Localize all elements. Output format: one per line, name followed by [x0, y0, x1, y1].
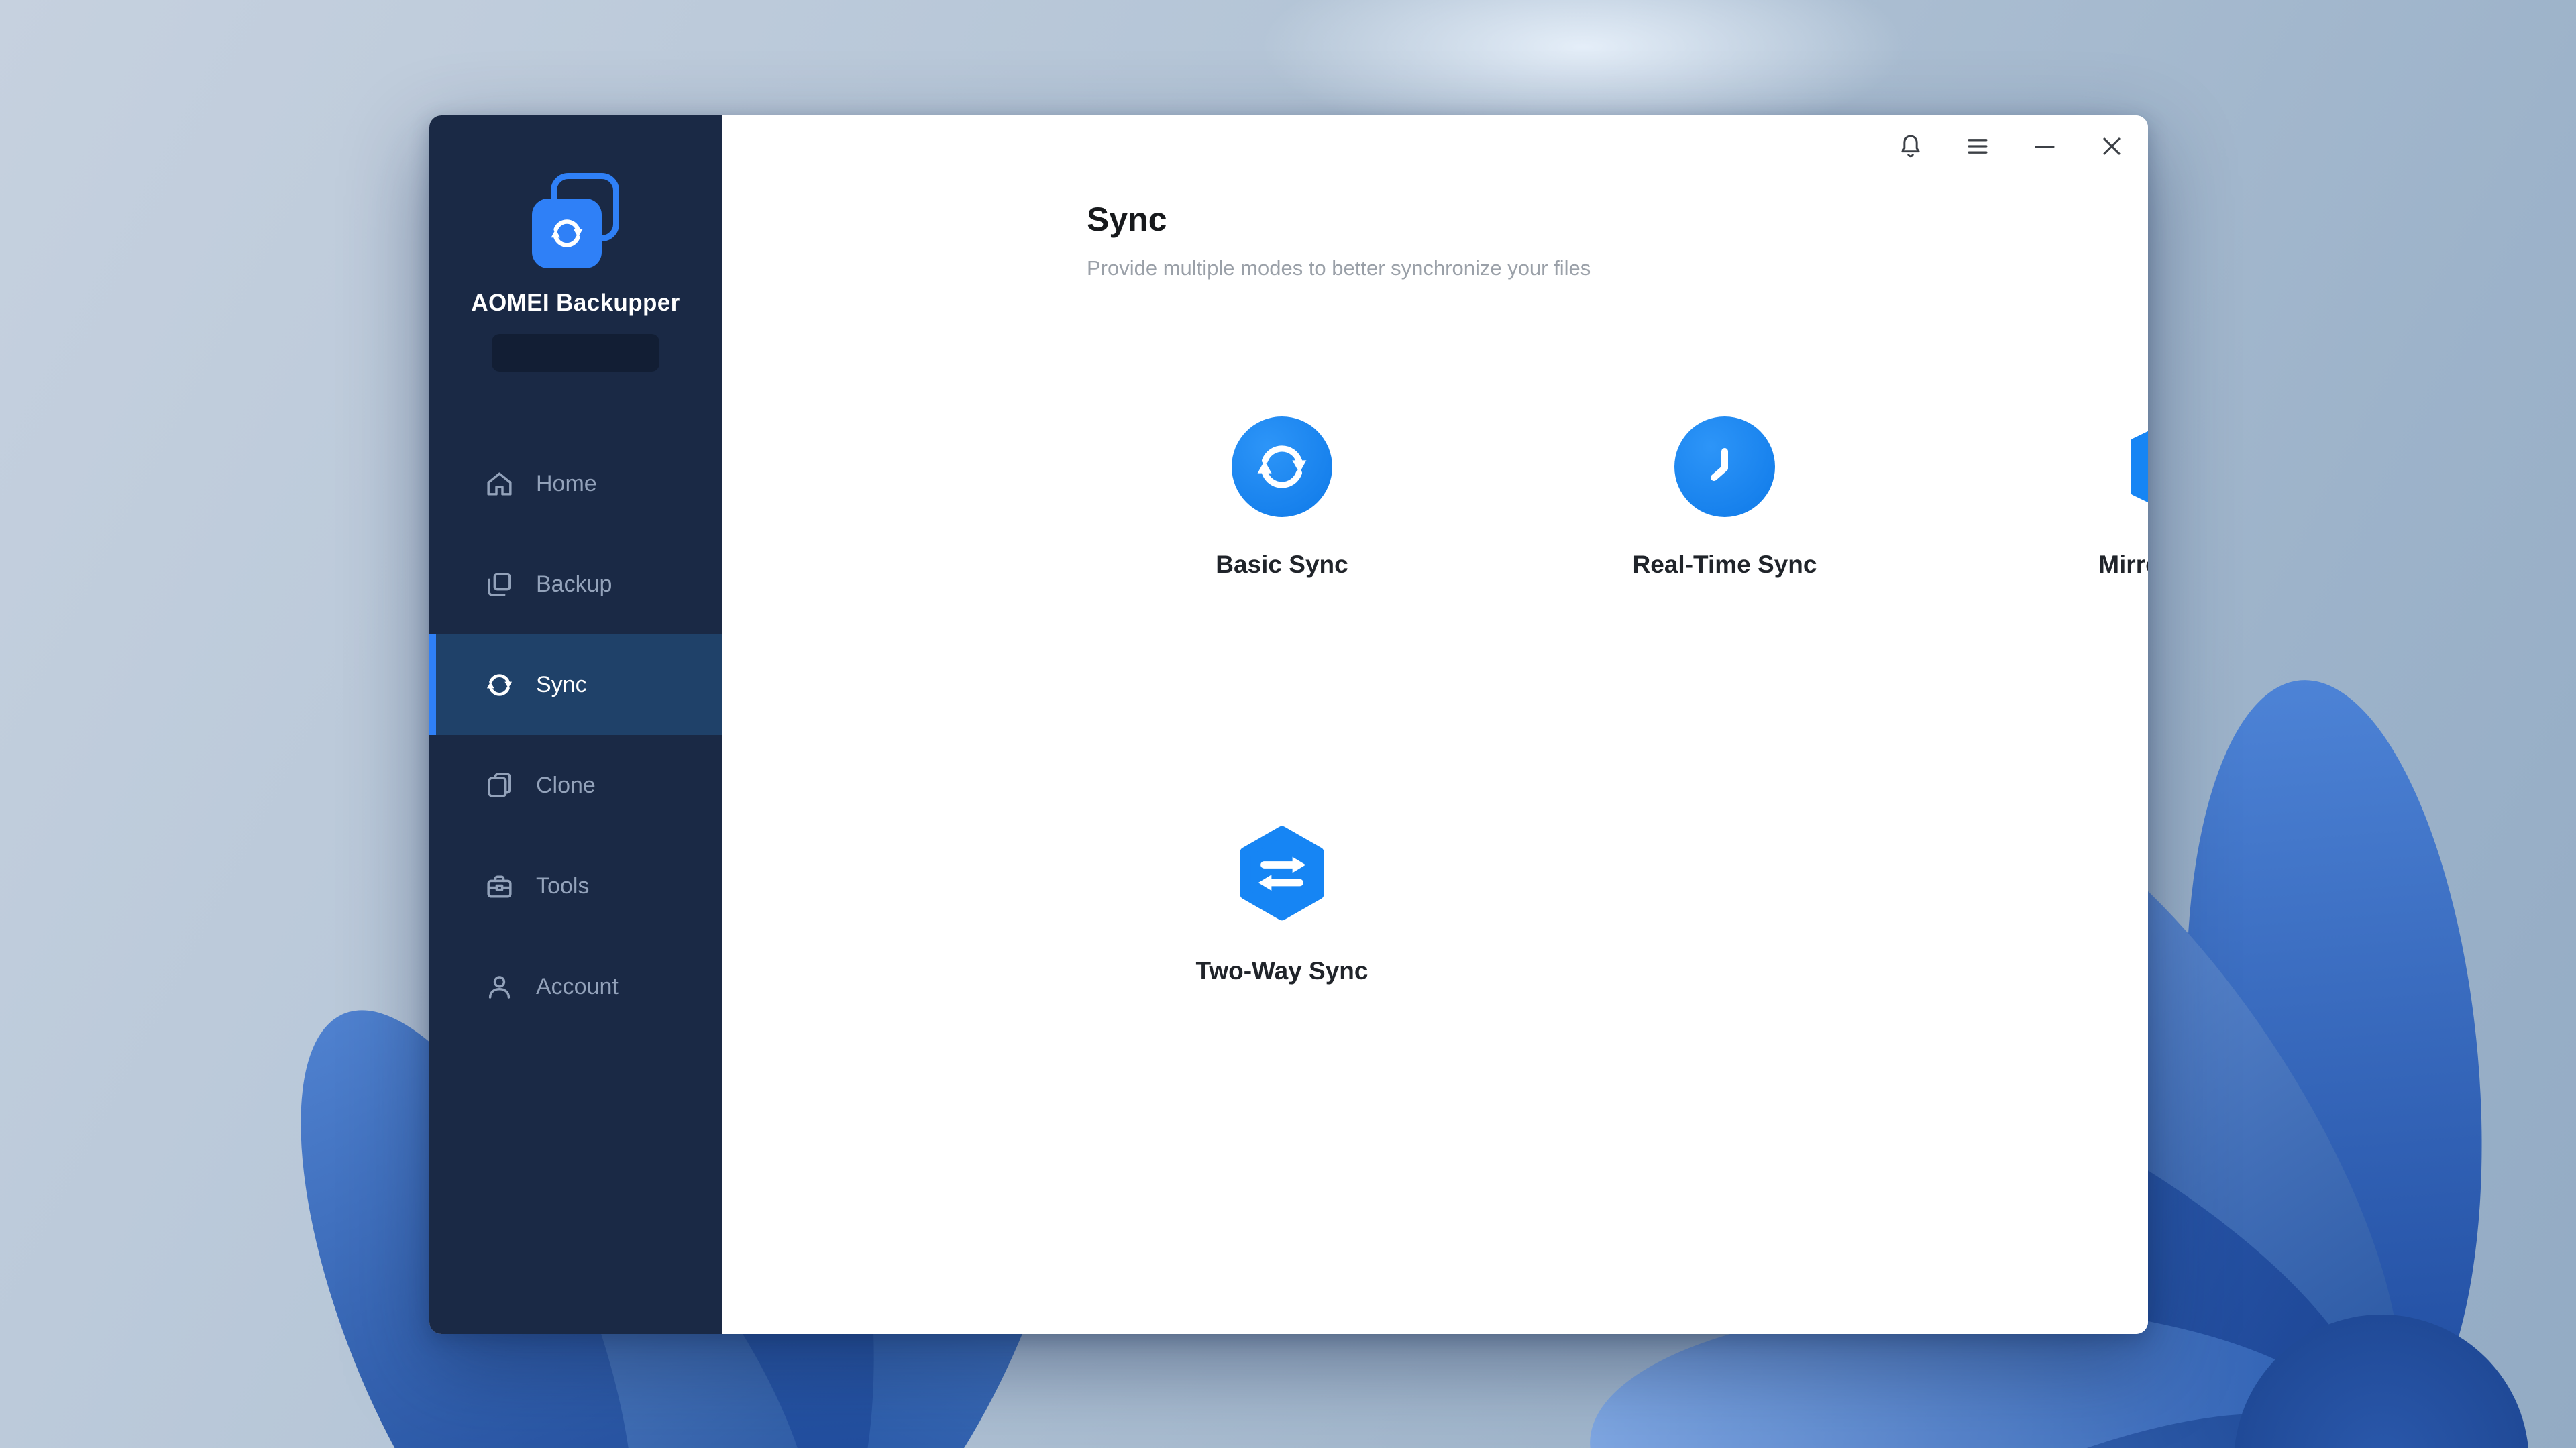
- sync-arrows-icon: [1250, 435, 1314, 499]
- app-title: AOMEI Backupper: [471, 290, 680, 317]
- sync-icon: [483, 669, 516, 702]
- menu-button[interactable]: [1959, 127, 1996, 165]
- page-subtitle: Provide multiple modes to better synchro…: [1087, 256, 1591, 280]
- mode-real-time-sync[interactable]: Real-Time Sync: [1503, 416, 1946, 579]
- minimize-button[interactable]: [2026, 127, 2063, 165]
- page-title: Sync: [1087, 200, 1167, 239]
- mode-two-way-sync[interactable]: Two-Way Sync: [1061, 823, 1503, 985]
- sidebar-item-label: Home: [536, 471, 597, 497]
- sidebar: AOMEI Backupper Home Backup: [429, 115, 722, 1334]
- sidebar-item-home[interactable]: Home: [429, 433, 722, 534]
- sidebar-item-account[interactable]: Account: [429, 936, 722, 1037]
- hexagon-arrows-icon: [1232, 823, 1332, 924]
- clock-icon: [1693, 435, 1757, 499]
- mode-mirror-sync[interactable]: Mirror Sync: [1946, 416, 2148, 579]
- app-logo-icon: [525, 173, 626, 274]
- mode-label: Basic Sync: [1216, 551, 1348, 579]
- mirror-sync-icon: [2117, 416, 2148, 517]
- clone-icon: [483, 769, 516, 802]
- hamburger-menu-icon: [1963, 131, 1992, 161]
- sidebar-item-label: Backup: [536, 571, 612, 598]
- window-controls: [1892, 127, 2131, 165]
- tools-icon: [483, 870, 516, 903]
- logo-badge: [492, 334, 659, 372]
- sync-modes-grid: Basic Sync Real-Time Sync: [1061, 416, 2148, 985]
- sidebar-item-tools[interactable]: Tools: [429, 836, 722, 936]
- notifications-button[interactable]: [1892, 127, 1929, 165]
- close-button[interactable]: [2093, 127, 2131, 165]
- sync-arrows-icon: [546, 213, 588, 254]
- main-content: Sync Provide multiple modes to better sy…: [722, 115, 2148, 1334]
- close-icon: [2097, 131, 2127, 161]
- app-window: AOMEI Backupper Home Backup: [429, 115, 2148, 1334]
- realtime-sync-icon: [1674, 416, 1775, 517]
- two-way-sync-icon: [1232, 823, 1332, 924]
- mode-basic-sync[interactable]: Basic Sync: [1061, 416, 1503, 579]
- bell-icon: [1896, 131, 1925, 161]
- home-icon: [483, 467, 516, 500]
- backup-icon: [483, 568, 516, 601]
- mode-label: Real-Time Sync: [1633, 551, 1817, 579]
- sidebar-item-label: Account: [536, 974, 619, 1000]
- mode-label: Two-Way Sync: [1196, 957, 1368, 985]
- account-icon: [483, 970, 516, 1003]
- sidebar-item-sync[interactable]: Sync: [429, 634, 722, 735]
- desktop-wallpaper: AOMEI Backupper Home Backup: [0, 0, 2576, 1448]
- sidebar-item-label: Clone: [536, 773, 596, 799]
- mirror-book-icon: [2117, 416, 2148, 517]
- minimize-icon: [2030, 131, 2059, 161]
- sidebar-item-label: Tools: [536, 873, 589, 899]
- app-logo: AOMEI Backupper: [429, 115, 722, 372]
- basic-sync-icon: [1232, 416, 1332, 517]
- mode-label: Mirror Sync: [2098, 551, 2148, 579]
- sidebar-nav: Home Backup Sync: [429, 433, 722, 1037]
- sidebar-item-backup[interactable]: Backup: [429, 534, 722, 634]
- sidebar-item-clone[interactable]: Clone: [429, 735, 722, 836]
- logo-front-square: [532, 199, 602, 268]
- sidebar-item-label: Sync: [536, 672, 587, 698]
